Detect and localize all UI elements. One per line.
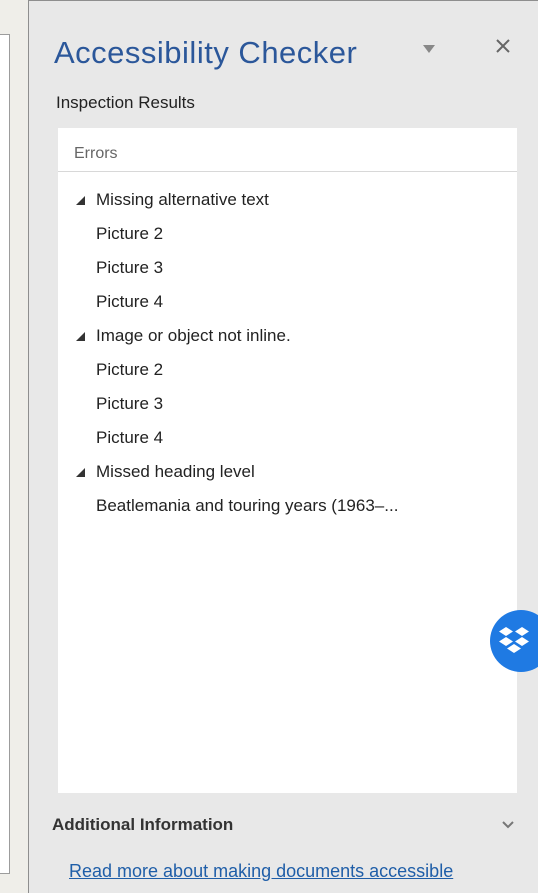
collapse-arrow-icon[interactable]: [74, 466, 86, 478]
error-item[interactable]: Picture 2: [58, 217, 517, 251]
dropbox-icon: [499, 627, 529, 653]
accessibility-checker-pane: Accessibility Checker Inspection Results…: [28, 0, 538, 893]
error-group-not-inline[interactable]: Image or object not inline.: [58, 319, 517, 353]
errors-header: Errors: [58, 128, 517, 172]
additional-information-label: Additional Information: [52, 815, 234, 834]
collapse-arrow-icon[interactable]: [74, 194, 86, 206]
error-item[interactable]: Beatlemania and touring years (1963–...: [58, 489, 517, 523]
inspection-results-label: Inspection Results: [56, 93, 195, 112]
pane-title: Accessibility Checker: [54, 35, 358, 70]
error-group-title: Missing alternative text: [96, 190, 269, 209]
errors-header-label: Errors: [74, 145, 118, 162]
error-group-title: Image or object not inline.: [96, 326, 291, 345]
error-tree: Missing alternative text Picture 2 Pictu…: [58, 183, 517, 523]
close-button[interactable]: [494, 37, 512, 55]
error-item[interactable]: Picture 3: [58, 387, 517, 421]
triangle-down-icon: [423, 45, 435, 53]
inspection-results-list[interactable]: Errors Missing alternative text Picture …: [58, 128, 517, 793]
error-item[interactable]: Picture 2: [58, 353, 517, 387]
chevron-down-icon[interactable]: [502, 821, 514, 831]
error-item[interactable]: Picture 3: [58, 251, 517, 285]
pane-options-button[interactable]: [422, 39, 436, 59]
error-group-missed-heading[interactable]: Missed heading level: [58, 455, 517, 489]
error-group-title: Missed heading level: [96, 462, 255, 481]
close-icon: [496, 39, 510, 53]
error-group-missing-alt-text[interactable]: Missing alternative text: [58, 183, 517, 217]
error-item[interactable]: Picture 4: [58, 421, 517, 455]
read-more-link[interactable]: Read more about making documents accessi…: [69, 861, 453, 882]
collapse-arrow-icon[interactable]: [74, 330, 86, 342]
error-item[interactable]: Picture 4: [58, 285, 517, 319]
document-page-edge: [0, 34, 10, 874]
